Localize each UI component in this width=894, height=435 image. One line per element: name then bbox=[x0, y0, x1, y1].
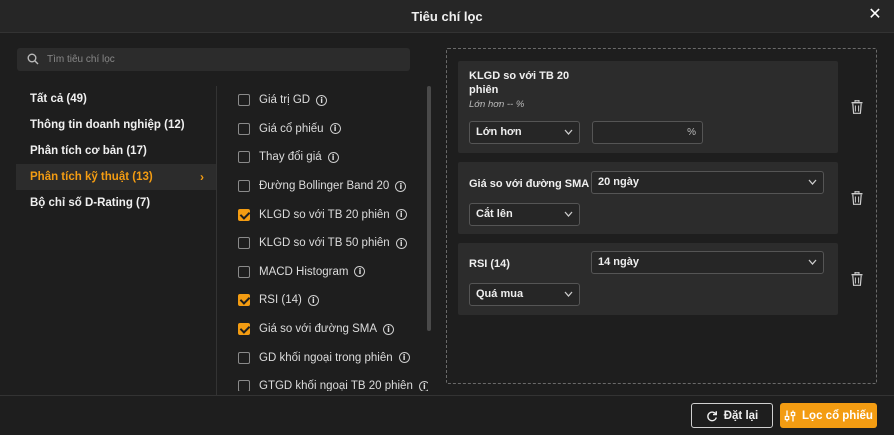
info-icon[interactable]: i bbox=[398, 352, 410, 364]
search-box[interactable] bbox=[17, 48, 410, 71]
checkbox[interactable] bbox=[238, 94, 250, 107]
period-select[interactable]: 14 ngày bbox=[591, 251, 824, 274]
criteria-item[interactable]: KLGD so với TB 50 phiên i bbox=[238, 229, 428, 258]
criteria-item[interactable]: GTGD khối ngoại TB 20 phiên i bbox=[238, 372, 428, 391]
filter-stocks-button[interactable]: Lọc cổ phiếu bbox=[780, 403, 877, 428]
chevron-down-icon bbox=[808, 252, 817, 281]
info-icon[interactable]: i bbox=[395, 209, 407, 221]
criteria-item[interactable]: Đường Bollinger Band 20 i bbox=[238, 172, 428, 201]
info-icon[interactable]: i bbox=[418, 380, 428, 391]
criteria-item[interactable]: RSI (14) i bbox=[238, 286, 428, 315]
category-all[interactable]: Tất cả (49) bbox=[16, 86, 216, 112]
category-d-rating[interactable]: Bộ chỉ số D-Rating (7) bbox=[16, 190, 216, 216]
info-icon[interactable]: i bbox=[316, 94, 328, 106]
search-input[interactable] bbox=[47, 48, 397, 71]
card-title: Giá so với đường SMA bbox=[469, 178, 590, 190]
operator-select[interactable]: Lớn hơn bbox=[469, 121, 580, 144]
criteria-list: Giá trị GD i Giá cổ phiếu i Thay đổi giá i … bbox=[238, 86, 428, 391]
info-icon[interactable]: i bbox=[327, 151, 339, 163]
checkbox[interactable] bbox=[238, 122, 250, 135]
operator-select[interactable]: Cắt lên bbox=[469, 203, 580, 226]
checkbox[interactable] bbox=[238, 380, 250, 391]
criteria-item[interactable]: Giá so với đường SMA i bbox=[238, 315, 428, 344]
column-divider bbox=[216, 86, 217, 395]
criteria-card-sma: Giá so với đường SMA 20 ngày Cắt lên bbox=[458, 162, 838, 234]
checkbox-checked[interactable] bbox=[238, 323, 250, 336]
trash-icon[interactable] bbox=[851, 190, 863, 205]
dialog-header: Tiêu chí lọc ✕ bbox=[0, 0, 894, 33]
info-icon[interactable]: i bbox=[395, 180, 407, 192]
close-icon[interactable]: ✕ bbox=[866, 6, 884, 24]
unit-label: % bbox=[687, 127, 696, 138]
chevron-down-icon bbox=[564, 204, 573, 233]
filter-sliders-icon bbox=[784, 410, 796, 421]
info-icon[interactable]: i bbox=[329, 123, 341, 135]
category-list: Tất cả (49) Thông tin doanh nghiệp (12) … bbox=[16, 86, 216, 216]
criteria-item[interactable]: KLGD so với TB 20 phiên i bbox=[238, 200, 428, 229]
category-fundamental[interactable]: Phân tích cơ bản (17) bbox=[16, 138, 216, 164]
criteria-item[interactable]: Thay đổi giá i bbox=[238, 143, 428, 172]
info-icon[interactable]: i bbox=[307, 294, 319, 306]
card-title: KLGD so với TB 20 bbox=[469, 70, 570, 82]
info-icon[interactable]: i bbox=[395, 237, 407, 249]
search-icon bbox=[27, 53, 39, 65]
criteria-card-klgd: KLGD so với TB 20 phiên Lớn hơn -- % Lớn… bbox=[458, 61, 838, 153]
checkbox[interactable] bbox=[238, 180, 250, 193]
criteria-card-rsi: RSI (14) 14 ngày Quá mua bbox=[458, 243, 838, 315]
dialog-title: Tiêu chí lọc bbox=[411, 9, 483, 24]
trash-icon[interactable] bbox=[851, 271, 863, 286]
info-icon[interactable]: i bbox=[354, 266, 366, 278]
checkbox[interactable] bbox=[238, 151, 250, 164]
refresh-icon bbox=[706, 410, 717, 421]
period-select[interactable]: 20 ngày bbox=[591, 171, 824, 194]
checkbox[interactable] bbox=[238, 237, 250, 250]
checkbox-checked[interactable] bbox=[238, 294, 250, 307]
card-subtitle: Lớn hơn -- % bbox=[469, 99, 525, 110]
category-company-info[interactable]: Thông tin doanh nghiệp (12) bbox=[16, 112, 216, 138]
criteria-scrollbar[interactable] bbox=[427, 86, 431, 331]
criteria-item[interactable]: Giá cổ phiếu i bbox=[238, 115, 428, 144]
criteria-item[interactable]: Giá trị GD i bbox=[238, 86, 428, 115]
info-icon[interactable]: i bbox=[383, 323, 395, 335]
criteria-item[interactable]: GD khối ngoại trong phiên i bbox=[238, 343, 428, 372]
trash-icon[interactable] bbox=[851, 99, 863, 114]
checkbox-checked[interactable] bbox=[238, 208, 250, 221]
chevron-down-icon bbox=[808, 172, 817, 201]
chevron-down-icon bbox=[564, 284, 573, 313]
card-title-line2: phiên bbox=[469, 84, 499, 96]
card-title: RSI (14) bbox=[469, 258, 510, 270]
value-input[interactable]: % bbox=[592, 121, 703, 144]
operator-select[interactable]: Quá mua bbox=[469, 283, 580, 306]
reset-button[interactable]: Đặt lại bbox=[691, 403, 773, 428]
checkbox[interactable] bbox=[238, 265, 250, 278]
chevron-down-icon bbox=[564, 122, 573, 151]
category-technical[interactable]: Phân tích kỹ thuật (13) › bbox=[16, 164, 216, 190]
criteria-item[interactable]: MACD Histogram i bbox=[238, 258, 428, 287]
checkbox[interactable] bbox=[238, 351, 250, 364]
chevron-right-icon: › bbox=[200, 170, 204, 184]
